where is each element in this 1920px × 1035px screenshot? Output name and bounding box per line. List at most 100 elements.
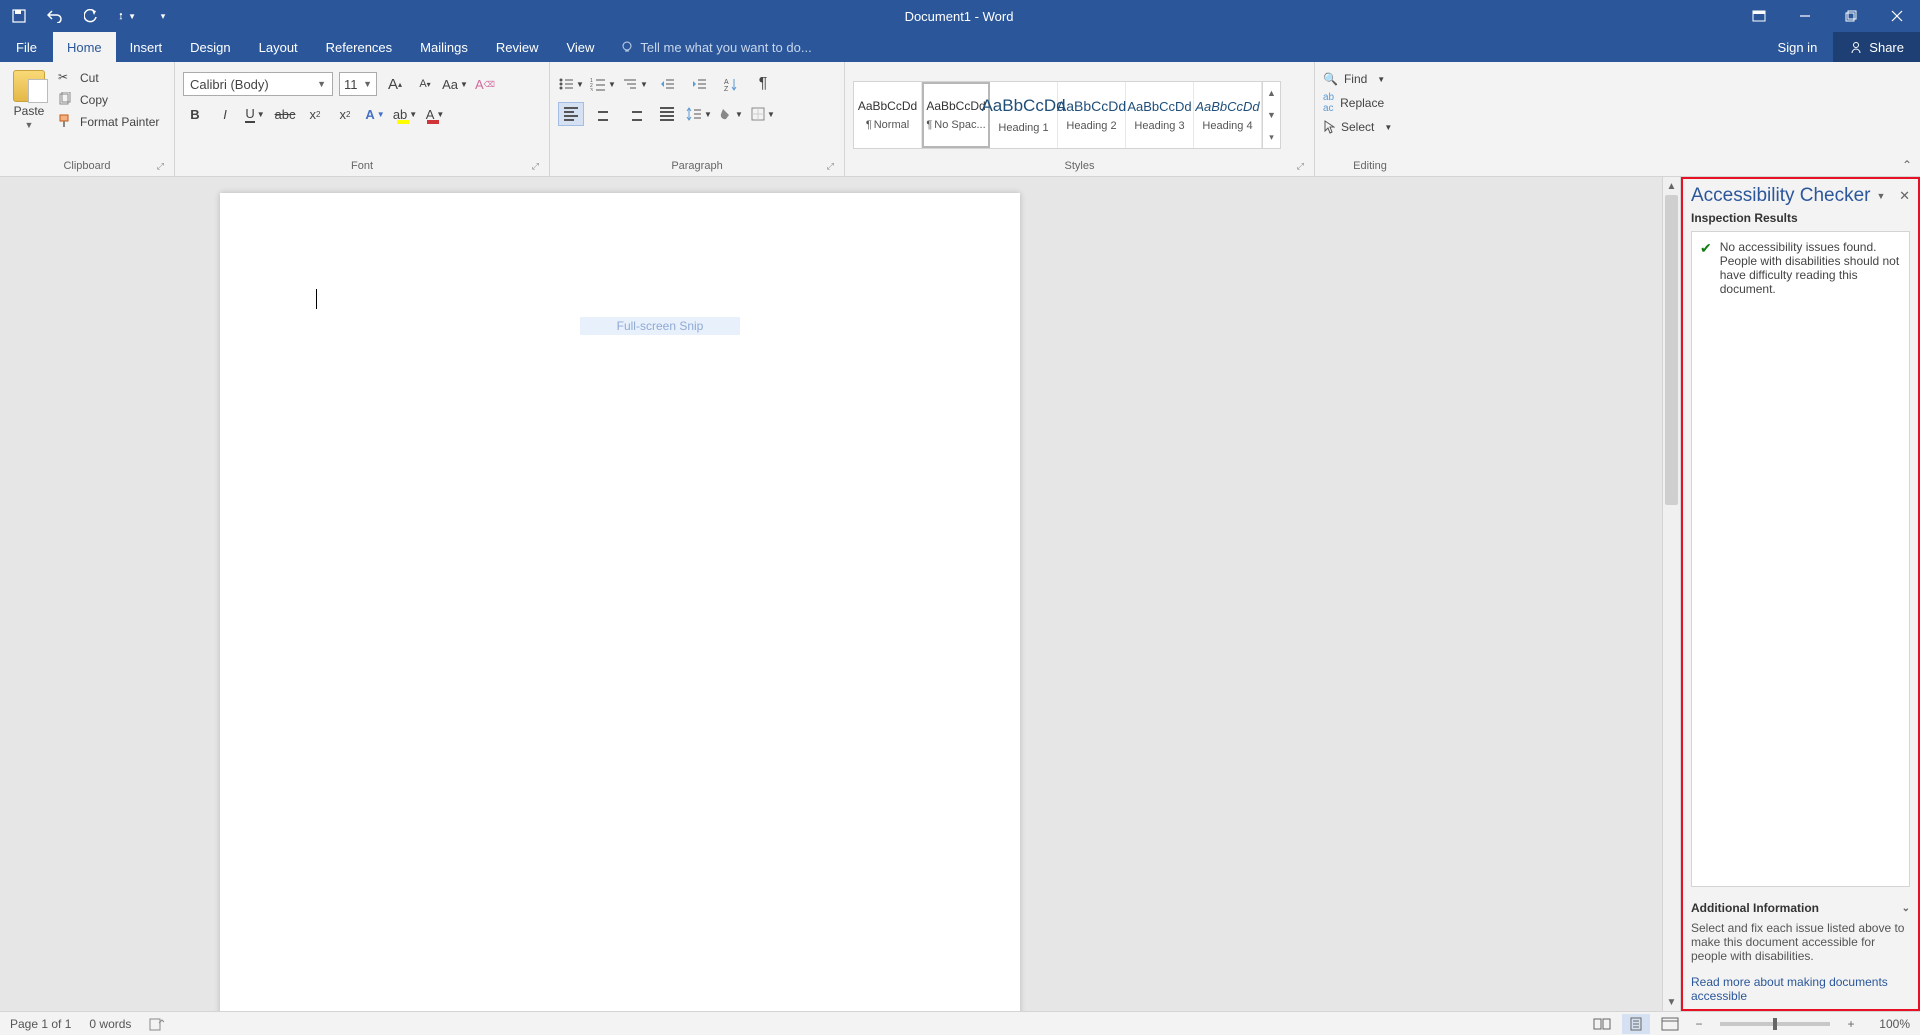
align-right-button[interactable]: [622, 102, 648, 126]
accessibility-checker-panel: Accessibility Checker ▼ ✕ Inspection Res…: [1680, 177, 1920, 1011]
redo-icon[interactable]: [82, 7, 100, 25]
style-heading-4[interactable]: AaBbCcDdHeading 4: [1194, 82, 1262, 148]
styles-scroll-up-icon[interactable]: ▲: [1263, 82, 1280, 104]
zoom-slider[interactable]: [1720, 1022, 1830, 1026]
panel-options-icon[interactable]: ▼: [1877, 191, 1886, 201]
replace-button[interactable]: abacReplace: [1323, 92, 1384, 114]
superscript-button[interactable]: x2: [333, 102, 357, 126]
save-icon[interactable]: [10, 7, 28, 25]
font-name-combo[interactable]: Calibri (Body)▼: [183, 72, 333, 96]
scroll-down-icon[interactable]: ▼: [1663, 993, 1680, 1011]
zoom-slider-thumb[interactable]: [1773, 1018, 1777, 1030]
show-marks-button[interactable]: ¶: [750, 72, 776, 96]
cut-button[interactable]: ✂Cut: [58, 70, 159, 86]
copy-button[interactable]: Copy: [58, 92, 159, 108]
font-launcher-icon[interactable]: ⤢: [532, 161, 539, 172]
bullets-button[interactable]: ▼: [558, 72, 584, 96]
style-heading-3[interactable]: AaBbCcDdHeading 3: [1126, 82, 1194, 148]
panel-close-icon[interactable]: ✕: [1899, 188, 1910, 204]
ribbon-display-options-icon[interactable]: [1736, 0, 1782, 32]
decrease-indent-button[interactable]: [654, 72, 680, 96]
tab-references[interactable]: References: [312, 32, 406, 62]
tab-home[interactable]: Home: [53, 32, 116, 62]
zoom-percentage[interactable]: 100%: [1866, 1017, 1910, 1031]
highlight-button[interactable]: ab▼: [393, 102, 417, 126]
customize-qat-icon[interactable]: ▾: [154, 7, 172, 25]
sort-button[interactable]: AZ: [718, 72, 744, 96]
borders-button[interactable]: ▼: [750, 102, 776, 126]
zoom-in-button[interactable]: +: [1842, 1017, 1860, 1031]
tab-mailings[interactable]: Mailings: [406, 32, 482, 62]
scroll-up-icon[interactable]: ▲: [1663, 177, 1680, 195]
find-button[interactable]: 🔍Find▼: [1323, 72, 1385, 86]
read-mode-button[interactable]: [1588, 1014, 1616, 1034]
select-button[interactable]: Select▼: [1323, 120, 1392, 134]
zoom-out-button[interactable]: −: [1690, 1017, 1708, 1031]
font-size-combo[interactable]: 11▼: [339, 72, 377, 96]
sign-in-button[interactable]: Sign in: [1762, 32, 1834, 62]
change-case-button[interactable]: Aa▼: [443, 72, 467, 96]
web-layout-button[interactable]: [1656, 1014, 1684, 1034]
read-more-link[interactable]: Read more about making documents accessi…: [1691, 975, 1910, 1003]
styles-gallery: AaBbCcDd¶ Normal AaBbCcDd¶ No Spac... Aa…: [853, 81, 1281, 149]
print-layout-button[interactable]: [1622, 1014, 1650, 1034]
subscript-button[interactable]: x2: [303, 102, 327, 126]
paragraph-launcher-icon[interactable]: ⤢: [827, 161, 834, 172]
close-button[interactable]: [1874, 0, 1920, 32]
tab-design[interactable]: Design: [176, 32, 244, 62]
undo-icon[interactable]: [46, 7, 64, 25]
inspection-result-item: ✔ No accessibility issues found. People …: [1700, 240, 1901, 296]
style-heading-1[interactable]: AaBbCcDdHeading 1: [990, 82, 1058, 148]
multilevel-list-button[interactable]: ▼: [622, 72, 648, 96]
bold-button[interactable]: B: [183, 102, 207, 126]
strikethrough-button[interactable]: abc: [273, 102, 297, 126]
vertical-scrollbar[interactable]: ▲ ▼: [1662, 177, 1680, 1011]
group-font: Calibri (Body)▼ 11▼ A▴ A▾ Aa▼ A⌫ B I U▼ …: [175, 62, 550, 176]
align-center-button[interactable]: [590, 102, 616, 126]
line-spacing-button[interactable]: ▼: [686, 102, 712, 126]
numbering-button[interactable]: 123▼: [590, 72, 616, 96]
increase-indent-button[interactable]: [686, 72, 712, 96]
format-painter-button[interactable]: Format Painter: [58, 114, 159, 130]
minimize-button[interactable]: [1782, 0, 1828, 32]
scroll-thumb[interactable]: [1665, 195, 1678, 505]
tab-file[interactable]: File: [0, 32, 53, 62]
style-normal[interactable]: AaBbCcDd¶ Normal: [854, 82, 922, 148]
touch-mode-icon[interactable]: ▼: [118, 7, 136, 25]
underline-button[interactable]: U▼: [243, 102, 267, 126]
maximize-button[interactable]: [1828, 0, 1874, 32]
share-button[interactable]: Share: [1833, 32, 1920, 62]
word-count[interactable]: 0 words: [89, 1017, 131, 1031]
justify-button[interactable]: [654, 102, 680, 126]
clear-formatting-button[interactable]: A⌫: [473, 72, 497, 96]
clipboard-launcher-icon[interactable]: ⤢: [157, 161, 164, 172]
tab-review[interactable]: Review: [482, 32, 553, 62]
shrink-font-button[interactable]: A▾: [413, 72, 437, 96]
text-effects-button[interactable]: A▼: [363, 102, 387, 126]
group-styles: AaBbCcDd¶ Normal AaBbCcDd¶ No Spac... Aa…: [845, 62, 1315, 176]
styles-scroll-down-icon[interactable]: ▼: [1263, 104, 1280, 126]
spelling-status-icon[interactable]: [149, 1017, 165, 1031]
tab-insert[interactable]: Insert: [116, 32, 177, 62]
styles-more-icon[interactable]: ▾: [1263, 126, 1280, 148]
align-left-button[interactable]: [558, 102, 584, 126]
group-editing: 🔍Find▼ abacReplace Select▼ Editing: [1315, 62, 1425, 176]
style-heading-2[interactable]: AaBbCcDdHeading 2: [1058, 82, 1126, 148]
shading-button[interactable]: ▼: [718, 102, 744, 126]
style-no-spacing[interactable]: AaBbCcDd¶ No Spac...: [922, 82, 990, 148]
tab-layout[interactable]: Layout: [245, 32, 312, 62]
grow-font-button[interactable]: A▴: [383, 72, 407, 96]
tell-me-search[interactable]: Tell me what you want to do...: [608, 32, 823, 62]
group-clipboard: Paste ▼ ✂Cut Copy Format Painter Clipboa…: [0, 62, 175, 176]
italic-button[interactable]: I: [213, 102, 237, 126]
document-area[interactable]: Full-screen Snip: [0, 177, 1662, 1011]
page[interactable]: Full-screen Snip: [220, 193, 1020, 1011]
font-color-button[interactable]: A▼: [423, 102, 447, 126]
paste-button[interactable]: Paste ▼: [8, 66, 50, 130]
copy-icon: [58, 92, 74, 108]
page-count[interactable]: Page 1 of 1: [10, 1017, 71, 1031]
additional-info-header[interactable]: Additional Information ⌄: [1691, 901, 1910, 915]
tab-view[interactable]: View: [552, 32, 608, 62]
collapse-ribbon-icon[interactable]: ⌃: [1902, 158, 1912, 172]
styles-launcher-icon[interactable]: ⤢: [1297, 161, 1304, 172]
